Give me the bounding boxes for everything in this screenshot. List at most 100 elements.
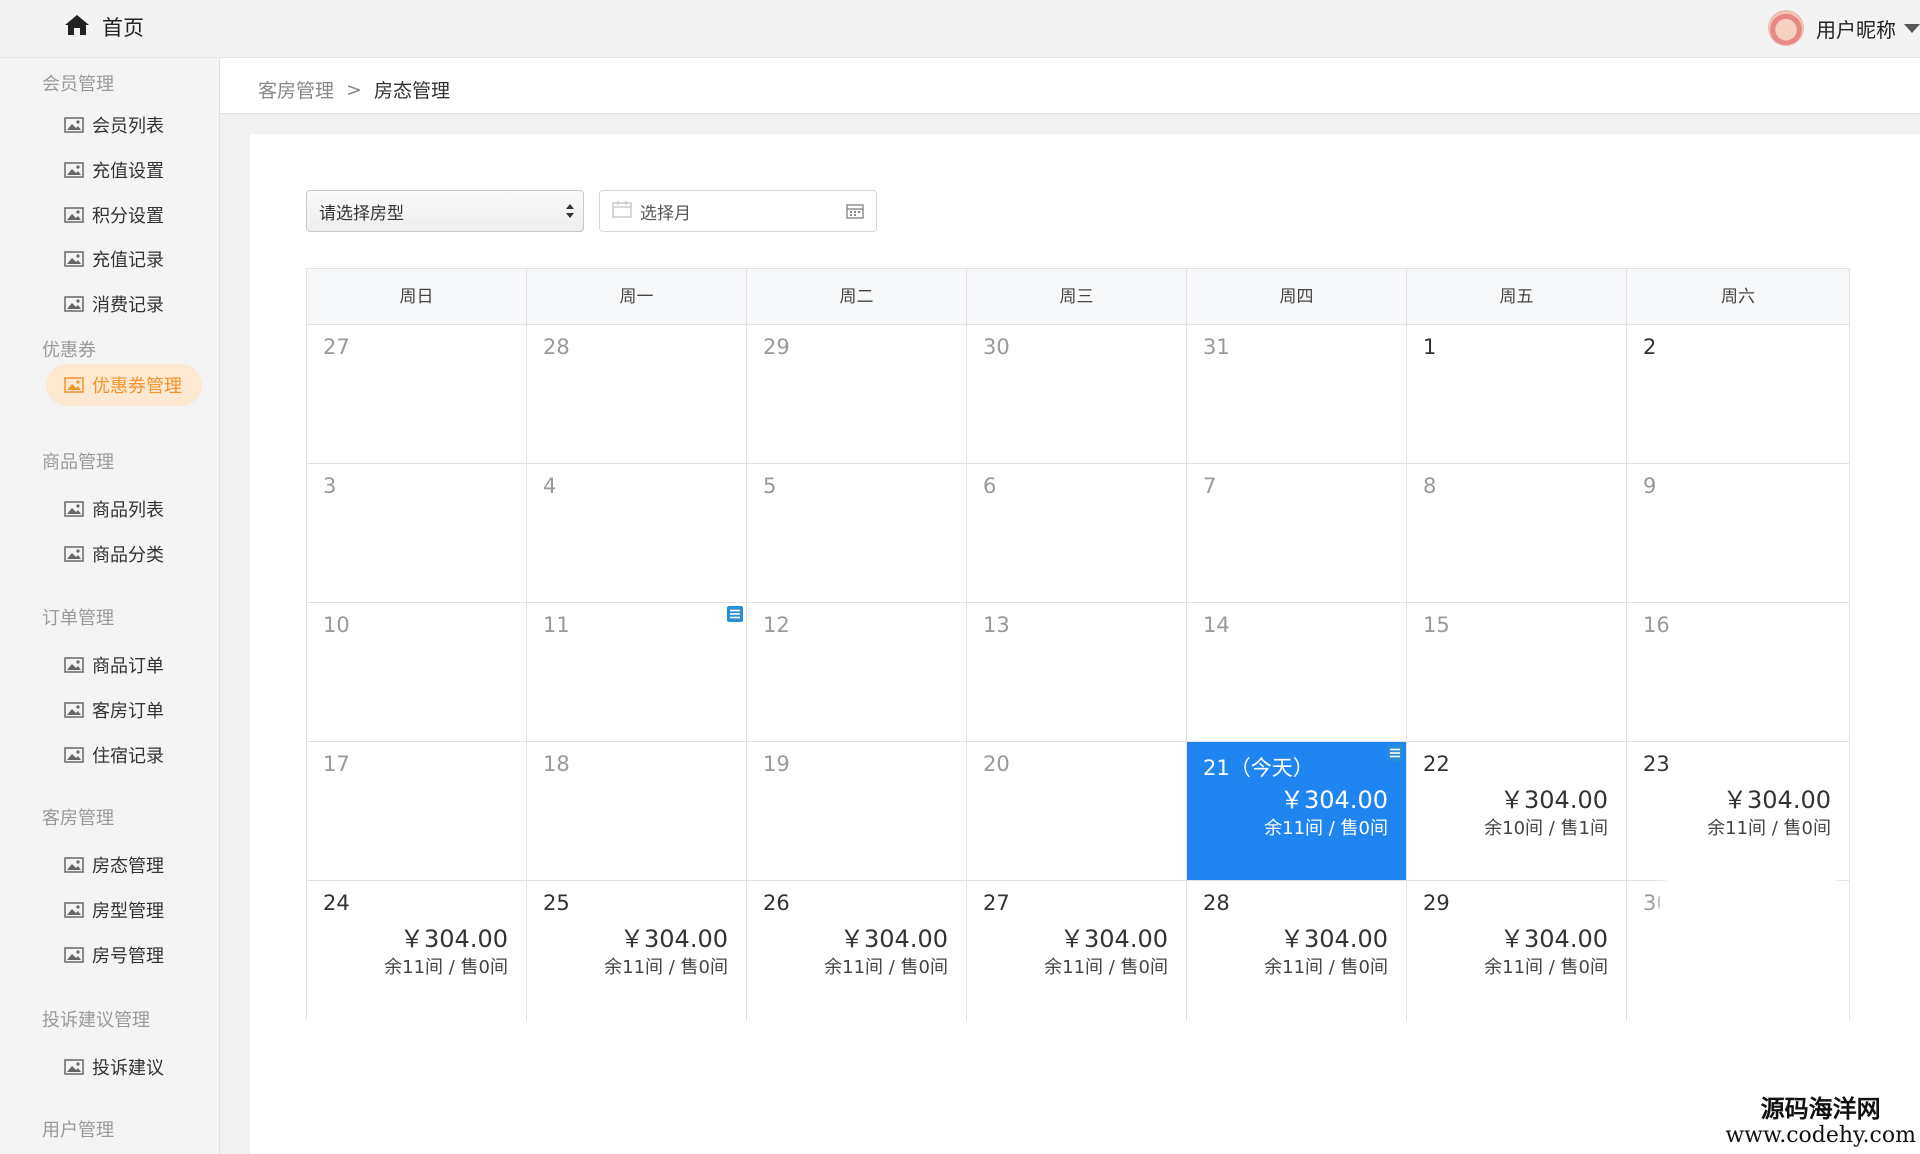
note-icon[interactable] <box>726 605 744 627</box>
sidebar-item-label: 积分设置 <box>92 206 164 227</box>
calendar-day[interactable]: 16 <box>1627 603 1849 742</box>
sidebar-item-label: 优惠券管理 <box>92 376 182 397</box>
calendar-day[interactable]: 2 <box>1627 325 1849 464</box>
sidebar-item-label: 会员列表 <box>92 116 164 137</box>
calendar-day[interactable]: 9 <box>1627 464 1849 603</box>
home-icon <box>64 14 90 40</box>
sidebar-item[interactable]: 住宿记录 <box>64 742 164 768</box>
room-stock: 余11间 / 售0间 <box>824 957 948 978</box>
sidebar-item[interactable]: 商品订单 <box>64 652 164 678</box>
room-price: ￥304.00 <box>400 925 508 953</box>
sidebar: 会员管理 会员列表 充值设置 积分设置 充值记录 消费记录 优惠券 优惠券管理 商品管理 商品列表… <box>0 58 220 1154</box>
calendar-day-today[interactable]: 21（今天） ￥304.00 余11间 / 售0间 <box>1187 742 1407 881</box>
calendar-day[interactable]: 25 ￥304.00 余11间 / 售0间 <box>527 881 747 1021</box>
sidebar-item[interactable]: 充值记录 <box>64 246 164 272</box>
calendar-day[interactable]: 22 ￥304.00 余10间 / 售1间 <box>1407 742 1627 881</box>
day-number: 5 <box>763 474 777 498</box>
calendar-day[interactable]: 26 ￥304.00 余11间 / 售0间 <box>747 881 967 1021</box>
image-icon <box>64 377 84 393</box>
room-stock: 余11间 / 售0间 <box>1484 957 1608 978</box>
day-number: 26 <box>763 891 790 915</box>
weekday-header: 周三 <box>967 269 1187 325</box>
day-number: 24 <box>323 891 350 915</box>
room-price: ￥304.00 <box>1280 925 1388 953</box>
day-number: 8 <box>1423 474 1437 498</box>
sidebar-item[interactable]: 会员列表 <box>64 112 164 138</box>
room-stock: 余11间 / 售0间 <box>1264 957 1388 978</box>
calendar-day[interactable]: 19 <box>747 742 967 881</box>
calendar-day[interactable]: 8 <box>1407 464 1627 603</box>
calendar-day[interactable]: 6 <box>967 464 1187 603</box>
room-status-calendar: 周日 周一 周二 周三 周四 周五 周六 27 28 29 30 31 1 2 3 4 5 6 7 8 9 10 11 12… <box>306 268 1850 1021</box>
home-link[interactable]: 首页 <box>64 12 144 42</box>
breadcrumb-parent[interactable]: 客房管理 <box>258 76 334 103</box>
calendar-day[interactable]: 30 <box>967 325 1187 464</box>
room-stock: 余11间 / 售0间 <box>1044 957 1168 978</box>
calendar-icon <box>612 200 632 223</box>
image-icon <box>64 947 84 963</box>
sidebar-item[interactable]: 房型管理 <box>64 897 164 923</box>
sidebar-item-label: 房态管理 <box>92 856 164 877</box>
calendar-day[interactable]: 20 <box>967 742 1187 881</box>
room-type-select-value: 请选择房型 <box>319 203 404 224</box>
calendar-day[interactable]: 27 <box>307 325 527 464</box>
calendar-day[interactable]: 13 <box>967 603 1187 742</box>
calendar-day[interactable]: 10 <box>307 603 527 742</box>
calendar-day[interactable]: 17 <box>307 742 527 881</box>
sidebar-item[interactable]: 商品分类 <box>64 541 164 567</box>
sidebar-item-label: 充值记录 <box>92 250 164 271</box>
day-number: 31 <box>1203 335 1230 359</box>
calendar-day[interactable]: 15 <box>1407 603 1627 742</box>
sidebar-item[interactable]: 商品列表 <box>64 496 164 522</box>
calendar-day[interactable]: 14 <box>1187 603 1407 742</box>
user-menu[interactable]: 用户昵称 <box>1768 10 1920 46</box>
sidebar-item-label: 商品订单 <box>92 656 164 677</box>
sidebar-item[interactable]: 房态管理 <box>64 852 164 878</box>
sidebar-item[interactable]: 消费记录 <box>64 291 164 317</box>
sidebar-item[interactable]: 客房订单 <box>64 697 164 723</box>
breadcrumb: 客房管理 > 房态管理 <box>258 76 450 103</box>
breadcrumb-separator: > <box>346 78 362 101</box>
sidebar-group-title: 用户管理 <box>42 1120 114 1141</box>
image-icon <box>64 162 84 178</box>
sidebar-group-title: 投诉建议管理 <box>42 1010 150 1031</box>
day-number: 28 <box>543 335 570 359</box>
calendar-day[interactable]: 27 ￥304.00 余11间 / 售0间 <box>967 881 1187 1021</box>
image-icon <box>64 857 84 873</box>
image-mask <box>1660 878 1842 994</box>
calendar-day[interactable]: 28 <box>527 325 747 464</box>
image-icon <box>64 501 84 517</box>
day-number: 27 <box>323 335 350 359</box>
calendar-day[interactable]: 31 <box>1187 325 1407 464</box>
calendar-day[interactable]: 7 <box>1187 464 1407 603</box>
top-bar: 首页 用户昵称 <box>0 0 1920 58</box>
calendar-day[interactable]: 29 <box>747 325 967 464</box>
sidebar-group-title: 优惠券 <box>42 340 96 361</box>
calendar-day[interactable]: 11 <box>527 603 747 742</box>
sidebar-item[interactable]: 投诉建议 <box>64 1054 164 1080</box>
room-stock: 余10间 / 售1间 <box>1484 818 1608 839</box>
calendar-day[interactable]: 12 <box>747 603 967 742</box>
calendar-day[interactable]: 1 <box>1407 325 1627 464</box>
room-type-select[interactable]: 请选择房型 <box>306 190 584 232</box>
calendar-day[interactable]: 23 ￥304.00 余11间 / 售0间 <box>1627 742 1849 881</box>
calendar-day[interactable]: 29 ￥304.00 余11间 / 售0间 <box>1407 881 1627 1021</box>
user-name: 用户昵称 <box>1816 17 1896 42</box>
calendar-day[interactable]: 18 <box>527 742 747 881</box>
sidebar-item[interactable]: 房号管理 <box>64 942 164 968</box>
sidebar-item[interactable]: 充值设置 <box>64 157 164 183</box>
note-icon[interactable] <box>1386 744 1404 766</box>
sidebar-item[interactable]: 积分设置 <box>64 202 164 228</box>
calendar-day[interactable]: 24 ￥304.00 余11间 / 售0间 <box>307 881 527 1021</box>
month-picker[interactable]: 选择月 <box>599 190 877 232</box>
room-stock: 余11间 / 售0间 <box>1707 818 1831 839</box>
calendar-day[interactable]: 3 <box>307 464 527 603</box>
room-stock: 余11间 / 售0间 <box>1264 818 1388 839</box>
calendar-day[interactable]: 5 <box>747 464 967 603</box>
sidebar-item[interactable]: 优惠券管理 <box>46 364 202 406</box>
calendar-day[interactable]: 4 <box>527 464 747 603</box>
calendar-icon <box>846 203 864 224</box>
day-number: 1 <box>1423 335 1437 359</box>
calendar-day[interactable]: 28 ￥304.00 余11间 / 售0间 <box>1187 881 1407 1021</box>
day-number: 17 <box>323 752 350 776</box>
